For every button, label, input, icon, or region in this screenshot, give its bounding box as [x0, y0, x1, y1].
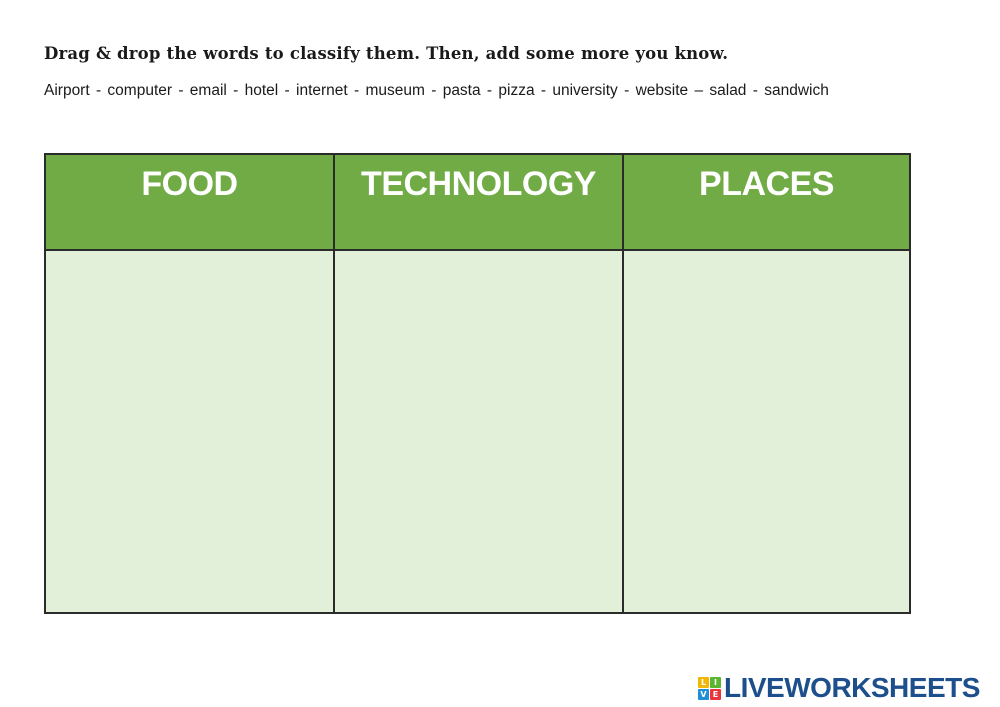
column-header-food: FOOD: [46, 155, 335, 251]
instruction-text: Drag & drop the words to classify them. …: [44, 44, 729, 63]
logo-block-i: I: [710, 676, 721, 688]
logo-block-v: V: [698, 688, 709, 700]
logo-block-l: L: [698, 676, 709, 688]
drop-zone-food[interactable]: [46, 251, 335, 612]
liveworksheets-logo: L I V E LIVEWORKSHEETS: [698, 672, 980, 704]
classification-table: FOOD TECHNOLOGY PLACES: [44, 153, 911, 614]
drop-zone-places[interactable]: [624, 251, 909, 612]
drop-zone-technology[interactable]: [335, 251, 624, 612]
logo-text: LIVEWORKSHEETS: [724, 672, 980, 703]
column-header-places: PLACES: [624, 155, 909, 251]
logo-block-e: E: [710, 688, 721, 700]
word-bank: Airport - computer - email - hotel - int…: [44, 82, 829, 99]
live-blocks-icon: L I V E: [698, 676, 721, 700]
column-header-technology: TECHNOLOGY: [335, 155, 624, 251]
